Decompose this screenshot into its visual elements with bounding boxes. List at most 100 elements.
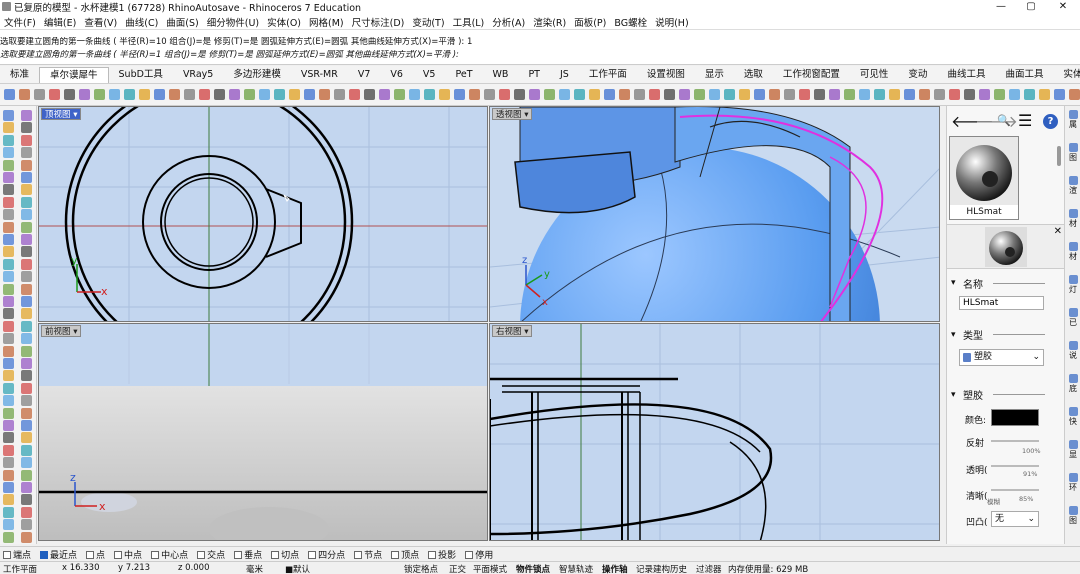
toolbar-tool-icon[interactable] [169, 89, 180, 100]
status-ortho[interactable]: 正交 [449, 563, 466, 574]
side-tool-icon[interactable] [21, 506, 32, 518]
side-tool-icon[interactable] [3, 506, 14, 518]
osnap-checkbox[interactable] [391, 551, 400, 559]
side-tool-icon[interactable] [21, 395, 32, 407]
toolbar-tool-icon[interactable] [814, 89, 825, 100]
toolbar-tool-icon[interactable] [979, 89, 990, 100]
panel-tab-10[interactable]: 显 [1066, 440, 1080, 460]
side-tool-icon[interactable] [3, 482, 14, 493]
panel-tab-0[interactable]: 属 [1066, 110, 1080, 130]
search-icon[interactable]: 🔍 [997, 114, 1011, 127]
menu-view[interactable]: 查看(V) [80, 15, 121, 29]
tab-visibility[interactable]: 可见性 [850, 67, 899, 83]
side-tool-icon[interactable] [21, 209, 32, 221]
toolbar-tool-icon[interactable] [709, 89, 720, 100]
osnap-checkbox[interactable] [271, 551, 280, 559]
panel-tab-1[interactable]: 图 [1066, 143, 1080, 163]
toolbar-tool-icon[interactable] [829, 89, 840, 100]
panel-tab-2[interactable]: 渲 [1066, 176, 1080, 196]
tab-pt[interactable]: PT [518, 67, 550, 83]
toolbar-tool-icon[interactable] [469, 89, 480, 100]
panel-tab-5[interactable]: 灯 [1066, 275, 1080, 295]
osnap-checkbox[interactable] [308, 551, 317, 559]
osnap-2[interactable]: 点 [83, 548, 105, 561]
help-icon[interactable]: ? [1043, 114, 1058, 129]
toolbar-tool-icon[interactable] [154, 89, 165, 100]
side-tool-icon[interactable] [3, 196, 14, 208]
side-tool-icon[interactable] [21, 221, 32, 233]
tab-zhuoer[interactable]: 卓尔谟犀牛 [39, 67, 109, 83]
toolbar-tool-icon[interactable] [649, 89, 660, 100]
side-tool-icon[interactable] [21, 134, 32, 146]
status-filter[interactable]: 过滤器 [696, 563, 722, 574]
toolbar-tool-icon[interactable] [499, 89, 510, 100]
osnap-0[interactable]: 端点 [0, 548, 31, 561]
tab-pet[interactable]: PeT [445, 67, 482, 83]
toolbar-tool-icon[interactable] [844, 89, 855, 100]
toolbar-tool-icon[interactable] [694, 89, 705, 100]
side-tool-icon[interactable] [3, 209, 14, 221]
toolbar-tool-icon[interactable] [1039, 89, 1050, 100]
status-cplane[interactable]: 工作平面 [3, 563, 37, 574]
tab-curve-tools[interactable]: 曲线工具 [937, 67, 995, 83]
toolbar-tool-icon[interactable] [904, 89, 915, 100]
toolbar-tool-icon[interactable] [574, 89, 585, 100]
panel-tab-12[interactable]: 图 [1066, 506, 1080, 526]
panel-tab-6[interactable]: 已 [1066, 308, 1080, 328]
side-tool-icon[interactable] [3, 444, 14, 456]
perspective-viewport-label[interactable]: 透视图 ▾ [492, 108, 533, 120]
close-preview-icon[interactable]: ✕ [1054, 226, 1062, 237]
minimize-button[interactable]: — [986, 0, 1016, 14]
osnap-4[interactable]: 中心点 [148, 548, 188, 561]
side-tool-icon[interactable] [21, 345, 32, 357]
tab-standard[interactable]: 标准 [0, 67, 39, 83]
toolbar-tool-icon[interactable] [304, 89, 315, 100]
side-tool-icon[interactable] [21, 296, 32, 307]
osnap-checkbox[interactable] [3, 551, 11, 559]
side-tool-icon[interactable] [21, 234, 32, 245]
side-tool-icon[interactable] [3, 320, 14, 332]
toolbar-tool-icon[interactable] [184, 89, 195, 100]
osnap-checkbox[interactable] [197, 551, 206, 559]
menu-bg-bolt[interactable]: BG螺栓 [610, 15, 651, 29]
toolbar-tool-icon[interactable] [559, 89, 570, 100]
toolbar-tool-icon[interactable] [484, 89, 495, 100]
toolbar-tool-icon[interactable] [619, 89, 630, 100]
toolbar-tool-icon[interactable] [949, 89, 960, 100]
toolbar-tool-icon[interactable] [739, 89, 750, 100]
osnap-11[interactable]: 投影 [425, 548, 456, 561]
toolbar-tool-icon[interactable] [4, 89, 15, 100]
close-button[interactable]: ✕ [1048, 0, 1078, 14]
tab-v6[interactable]: V6 [380, 67, 413, 83]
toolbar-tool-icon[interactable] [64, 89, 75, 100]
tab-js[interactable]: JS [550, 67, 579, 83]
side-tool-icon[interactable] [21, 172, 32, 183]
toolbar-tool-icon[interactable] [679, 89, 690, 100]
toolbar-tool-icon[interactable] [364, 89, 375, 100]
status-gumball[interactable]: 操作轴 [602, 563, 628, 574]
toolbar-tool-icon[interactable] [274, 89, 285, 100]
side-tool-icon[interactable] [3, 345, 14, 357]
toolbar-tool-icon[interactable] [109, 89, 120, 100]
toolbar-tool-icon[interactable] [454, 89, 465, 100]
tab-subd-tools[interactable]: SubD工具 [109, 67, 173, 83]
side-tool-icon[interactable] [3, 457, 14, 469]
toolbar-tool-icon[interactable] [79, 89, 90, 100]
side-tool-icon[interactable] [3, 234, 14, 245]
panel-tab-8[interactable]: 底 [1066, 374, 1080, 394]
tab-vsr-mr[interactable]: VSR-MR [291, 67, 348, 83]
toolbar-tool-icon[interactable] [799, 89, 810, 100]
toolbar-tool-icon[interactable] [424, 89, 435, 100]
toolbar-tool-icon[interactable] [214, 89, 225, 100]
status-planar[interactable]: 平面模式 [473, 563, 507, 574]
front-viewport[interactable]: 前视图 ▾ z x [38, 323, 488, 541]
tab-v7[interactable]: V7 [348, 67, 381, 83]
side-tool-icon[interactable] [3, 308, 14, 320]
toolbar-tool-icon[interactable] [19, 89, 30, 100]
front-viewport-label[interactable]: 前视图 ▾ [41, 325, 82, 337]
command-area[interactable]: 选取要建立圆角的第一条曲线 ( 半径(R)=10 组合(J)=是 修剪(T)=是… [0, 29, 1080, 65]
side-tool-icon[interactable] [3, 469, 14, 481]
side-tool-icon[interactable] [21, 110, 32, 121]
status-grid-snap[interactable]: 锁定格点 [404, 563, 438, 574]
side-tool-icon[interactable] [3, 283, 14, 295]
